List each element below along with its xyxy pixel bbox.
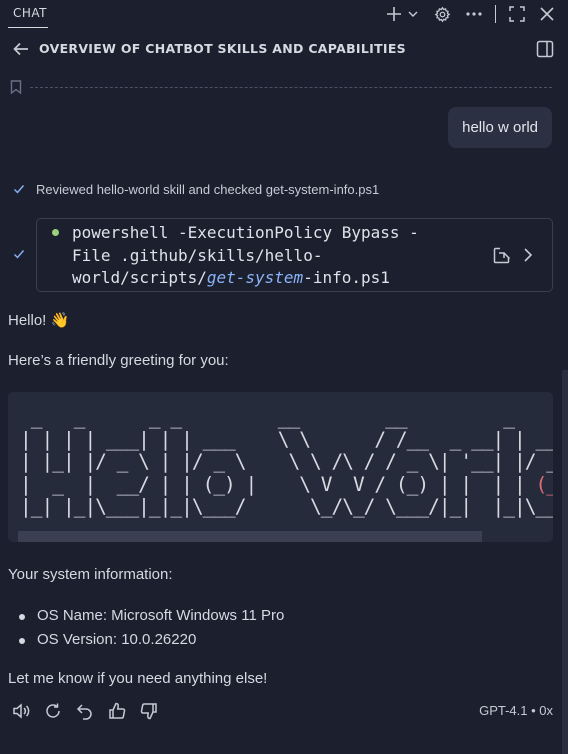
code-block: _ _ _ _ __ __ _ _ | | | | ___| | | ___ \… — [8, 392, 553, 542]
response-closing: Let me know if you need anything else! — [8, 670, 268, 687]
terminal-command: powershell -ExecutionPolicy Bypass - Fil… — [72, 222, 472, 290]
add-icon[interactable] — [383, 4, 405, 24]
back-arrow-icon[interactable] — [12, 40, 30, 58]
more-icon[interactable] — [463, 4, 485, 24]
command-line-3: world/scripts/ — [72, 268, 207, 287]
command-line-1: powershell -ExecutionPolicy Bypass - — [72, 223, 419, 242]
command-line-2: File .github/skills/hello- — [72, 245, 323, 265]
chevron-right-icon[interactable] — [522, 247, 534, 263]
top-toolbar — [383, 4, 558, 24]
ascii-art: _ _ _ _ __ __ _ _ | | | | ___| | | ___ \… — [20, 406, 553, 518]
maximize-icon[interactable] — [506, 4, 528, 24]
gear-icon[interactable] — [431, 4, 453, 24]
ascii-line-4-highlight: (_| — [535, 472, 553, 496]
page-title: OVERVIEW OF CHATBOT SKILLS AND CAPABILIT… — [39, 41, 406, 56]
user-message-text: hello w orld — [462, 119, 538, 136]
sidebar-toggle-icon[interactable] — [536, 40, 554, 58]
progress-step-text[interactable]: Reviewed hello-world skill and checked g… — [36, 182, 379, 197]
checkpoint-divider — [30, 87, 552, 88]
model-label[interactable]: GPT-4.1 • 0x — [479, 703, 553, 718]
system-info-heading: Your system information: — [8, 566, 173, 583]
response-greeting: Hello! 👋 — [8, 312, 70, 329]
ascii-line-1: _ _ _ _ __ __ _ _ — [20, 406, 553, 429]
vertical-scrollbar[interactable] — [562, 370, 568, 754]
tab-active-indicator — [8, 27, 48, 28]
thumbs-down-icon[interactable] — [139, 701, 159, 721]
ascii-line-4: | _ | __/ | | (_) | \ V V / (_) | | | | — [20, 472, 536, 496]
bullet-icon — [19, 638, 25, 644]
user-message-bubble: hello w orld — [448, 107, 552, 148]
toolbar-divider — [495, 5, 496, 23]
ascii-line-5: |_| |_|\___|_|_|\___/ \_/\_/ \___/|_| |_… — [20, 494, 553, 518]
command-line-3-end: -info.ps1 — [303, 268, 390, 287]
command-highlight: get-system — [206, 268, 304, 287]
undo-icon[interactable] — [75, 701, 95, 721]
status-dot — [52, 229, 59, 236]
list-item: OS Version: 10.0.26220 — [37, 631, 197, 648]
list-item: OS Name: Microsoft Windows 11 Pro — [37, 607, 285, 624]
close-icon[interactable] — [536, 4, 558, 24]
retry-icon[interactable] — [43, 701, 63, 721]
bullet-icon — [19, 614, 25, 620]
tab-chat[interactable]: CHAT — [13, 6, 47, 20]
response-actions — [11, 701, 159, 721]
open-in-terminal-icon[interactable] — [493, 247, 510, 264]
response-intro: Here’s a friendly greeting for you: — [8, 352, 229, 369]
thumbs-up-icon[interactable] — [107, 701, 127, 721]
chevron-down-icon[interactable] — [405, 4, 421, 24]
check-icon — [13, 248, 25, 260]
ascii-line-3: | |_| |/ _ \ | |/ _ \ \ \ /\ / / _ \| '_… — [20, 450, 553, 474]
bookmark-icon[interactable] — [10, 80, 22, 94]
speaker-icon[interactable] — [11, 701, 31, 721]
check-icon — [13, 183, 25, 195]
ascii-line-2: | | | | ___| | | ___ \ \ / /__ _ __| | _… — [20, 428, 553, 452]
horizontal-scrollbar[interactable] — [18, 531, 482, 542]
